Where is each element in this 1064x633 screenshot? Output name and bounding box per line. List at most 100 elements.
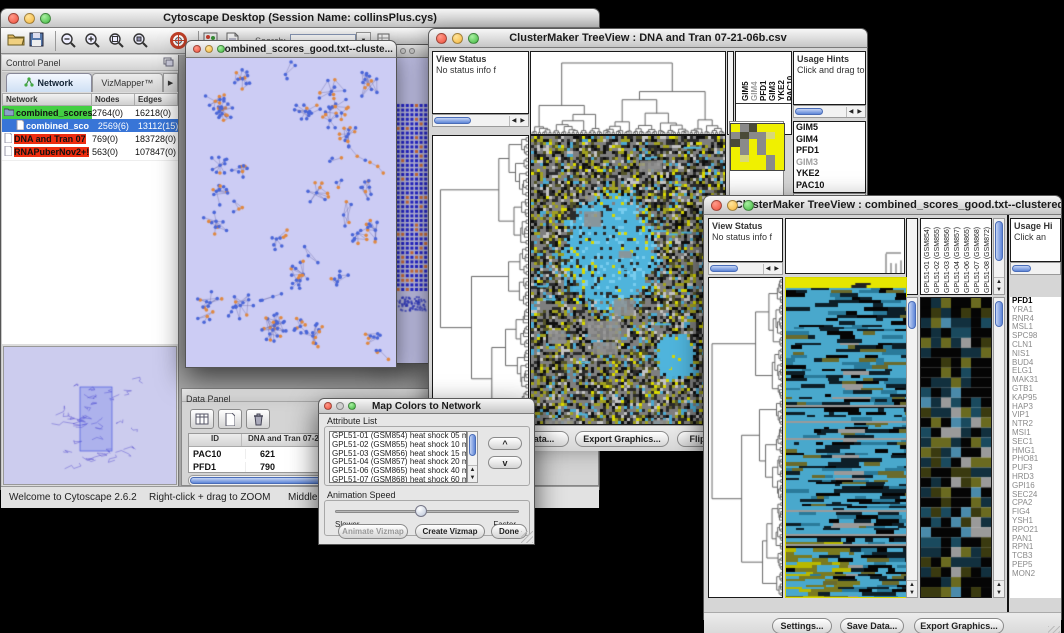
- zoom-button[interactable]: [217, 45, 225, 53]
- resize-grip[interactable]: [1048, 626, 1060, 633]
- scroll-right-icon[interactable]: ▶: [518, 116, 527, 126]
- matrix-cell[interactable]: [731, 132, 740, 140]
- matrix-cell[interactable]: [749, 155, 758, 163]
- zoom-in-icon[interactable]: [84, 32, 108, 50]
- scroll-strip[interactable]: [906, 218, 918, 295]
- network-overview-canvas[interactable]: [4, 347, 176, 484]
- scroll-left-icon[interactable]: ◀: [510, 116, 519, 126]
- matrix-cell[interactable]: [775, 139, 784, 147]
- attribute-listbox[interactable]: GPL51-01 (GSM854) heat shock 05 minGPL51…: [329, 431, 467, 483]
- resize-grip[interactable]: [521, 531, 533, 543]
- minimize-button[interactable]: [400, 48, 406, 54]
- list-item[interactable]: MON2: [1010, 570, 1061, 579]
- column-label[interactable]: GPL51-06 (GSM865): [964, 223, 971, 293]
- heatmap-canvas[interactable]: [531, 136, 725, 424]
- matrix-cell[interactable]: [766, 155, 775, 163]
- matrix-cell[interactable]: [766, 139, 775, 147]
- column-dendrogram-canvas[interactable]: [531, 52, 725, 134]
- list-item[interactable]: PAC10: [794, 180, 865, 192]
- heatmap-panel[interactable]: [785, 277, 907, 598]
- titlebar[interactable]: ClusterMaker TreeView : DNA and Tran 07-…: [428, 28, 868, 48]
- row-dendrogram-panel[interactable]: [432, 135, 529, 425]
- matrix-cell[interactable]: [731, 155, 740, 163]
- matrix-cell[interactable]: [731, 162, 740, 170]
- table-row-selected[interactable]: combined_sco 2569(6) 13112(15): [2, 119, 178, 132]
- matrix-cell[interactable]: [775, 155, 784, 163]
- scroll-down-icon[interactable]: ▼: [907, 589, 917, 597]
- column-dendrogram-panel[interactable]: [530, 51, 726, 135]
- view-status-scrollbar[interactable]: ◀▶: [432, 114, 529, 127]
- zoom-button[interactable]: [40, 13, 51, 24]
- matrix-cell[interactable]: [740, 147, 749, 155]
- close-button[interactable]: [193, 45, 201, 53]
- row-dendrogram-canvas[interactable]: [433, 136, 528, 424]
- export-graphics-button[interactable]: Export Graphics...: [575, 431, 669, 447]
- zoom-heatmap-panel[interactable]: [920, 297, 992, 598]
- create-vizmap-button[interactable]: Create Vizmap: [415, 524, 485, 539]
- scroll-down-icon[interactable]: ▼: [994, 286, 1004, 294]
- summary-heatmap-matrix[interactable]: [730, 123, 785, 171]
- titlebar[interactable]: combined_scores_good.txt--cluste...: [185, 40, 397, 58]
- list-item[interactable]: GIM4: [794, 134, 865, 146]
- list-item[interactable]: GPL51-07 (GSM868) heat shock 60 min: [330, 476, 466, 483]
- settings-button[interactable]: Settings...: [772, 618, 832, 633]
- matrix-cell[interactable]: [757, 162, 766, 170]
- column-dendrogram-canvas[interactable]: [786, 219, 904, 273]
- scroll-up-icon[interactable]: ▲: [994, 581, 1004, 589]
- scroll-right-icon[interactable]: ▶: [772, 264, 781, 274]
- new-document-icon-button[interactable]: [218, 409, 242, 429]
- list-item[interactable]: YKE2: [794, 168, 865, 180]
- matrix-cell[interactable]: [757, 155, 766, 163]
- zoom-button[interactable]: [743, 200, 754, 211]
- column-label[interactable]: GPL51-03 (GSM856): [944, 223, 951, 293]
- save-data-button[interactable]: Save Data...: [840, 618, 904, 633]
- titlebar[interactable]: Cytoscape Desktop (Session Name: collins…: [0, 8, 600, 28]
- column-label[interactable]: GPL51-02 (GSM855): [934, 223, 941, 293]
- list-item[interactable]: GIM5: [794, 122, 865, 134]
- close-button[interactable]: [8, 13, 19, 24]
- matrix-cell[interactable]: [749, 147, 758, 155]
- open-folder-icon[interactable]: [7, 32, 29, 50]
- column-label[interactable]: GPL51-04 (GSM857): [954, 223, 961, 293]
- animate-vizmap-button[interactable]: Animate Vizmap: [338, 524, 408, 539]
- matrix-cell[interactable]: [740, 162, 749, 170]
- network-view-canvas[interactable]: [186, 58, 396, 366]
- scroll-left-icon[interactable]: ◀: [764, 264, 773, 274]
- minimize-button[interactable]: [336, 402, 344, 410]
- list-item[interactable]: GIM3: [794, 157, 865, 169]
- minimize-button[interactable]: [452, 33, 463, 44]
- zoom-fit-icon[interactable]: [108, 32, 132, 50]
- column-label[interactable]: PFD1: [759, 55, 768, 101]
- zoom-button[interactable]: [348, 402, 356, 410]
- col-edges[interactable]: Edges: [135, 93, 178, 106]
- tab-network[interactable]: Network: [6, 73, 92, 92]
- row-dendrogram-canvas[interactable]: [709, 278, 782, 597]
- speed-slider-thumb[interactable]: [415, 505, 427, 517]
- export-graphics-button[interactable]: Export Graphics...: [914, 618, 1004, 633]
- attribute-list-scrollbar[interactable]: ▲▼: [467, 431, 478, 483]
- data-col-id[interactable]: ID: [189, 434, 242, 446]
- matrix-cell[interactable]: [740, 132, 749, 140]
- matrix-cell[interactable]: [749, 124, 758, 132]
- speed-slider-track[interactable]: [335, 510, 519, 513]
- view-status-scrollbar[interactable]: ◀▶: [708, 262, 783, 275]
- matrix-cell[interactable]: [731, 139, 740, 147]
- scroll-left-icon[interactable]: ◀: [847, 107, 856, 117]
- col-network[interactable]: Network: [2, 93, 92, 106]
- matrix-cell[interactable]: [757, 147, 766, 155]
- matrix-cell[interactable]: [757, 124, 766, 132]
- table-row[interactable]: DNA and Tran 07 769(0) 183728(0): [2, 132, 178, 145]
- zoom-button[interactable]: [409, 48, 415, 54]
- zoom-selected-icon[interactable]: [132, 32, 156, 50]
- minimize-button[interactable]: [24, 13, 35, 24]
- matrix-cell[interactable]: [749, 139, 758, 147]
- scroll-right-icon[interactable]: ▶: [855, 107, 864, 117]
- column-label[interactable]: YKE2: [777, 55, 786, 101]
- float-panel-icon[interactable]: [163, 54, 174, 72]
- network-overview[interactable]: [3, 346, 177, 485]
- column-label[interactable]: GPL51-01 (GSM854): [924, 223, 931, 293]
- minimize-button[interactable]: [205, 45, 213, 53]
- tab-overflow-button[interactable]: ▶: [163, 73, 178, 92]
- matrix-cell[interactable]: [766, 147, 775, 155]
- col-nodes[interactable]: Nodes: [92, 93, 135, 106]
